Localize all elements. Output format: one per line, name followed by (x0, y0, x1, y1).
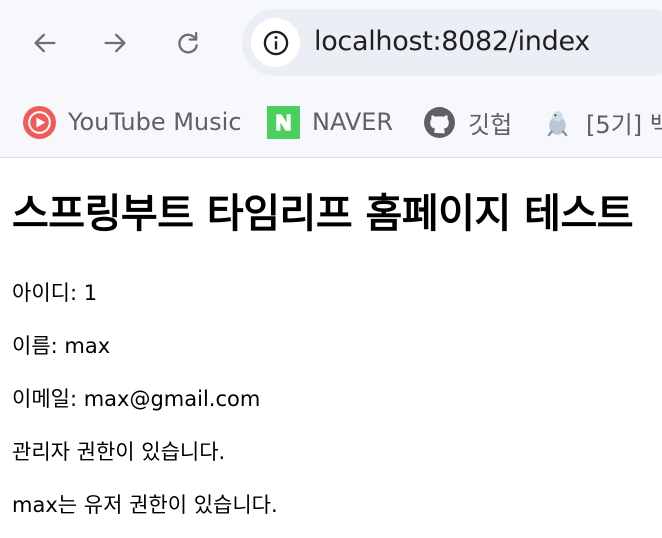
admin-role-text: 관리자 권한이 있습니다. (12, 440, 226, 464)
bookmark-github[interactable]: 깃헙 (423, 103, 512, 141)
bookmark-favicon (541, 106, 574, 139)
bookmark-label: 깃헙 (468, 110, 513, 139)
naver-icon (267, 105, 300, 139)
user-role-text: max는 유저 권한이 있습니다. (12, 493, 278, 517)
user-name-text: 이름: max (12, 334, 111, 358)
user-id-text: 아이디: 1 (12, 281, 98, 305)
forward-button[interactable] (94, 22, 136, 64)
bookmark-5th[interactable]: [5기] 백 (541, 103, 662, 141)
page-title: 스프링부트 타임리프 홈페이지 테스트 (12, 191, 634, 237)
back-arrow-icon (34, 33, 56, 53)
url-text[interactable]: localhost:8082/index (314, 26, 590, 57)
youtube-music-icon (23, 105, 56, 139)
bookmark-label: [5기] 백 (586, 110, 662, 139)
info-icon (263, 30, 288, 55)
github-icon (423, 106, 456, 139)
reload-button[interactable] (167, 22, 209, 64)
address-bar[interactable]: localhost:8082/index (242, 9, 662, 76)
reload-icon (178, 31, 198, 54)
browser-toolbar: localhost:8082/index YouTube Music NAVER (0, 0, 662, 158)
user-email-text: 이메일: max@gmail.com (12, 387, 261, 411)
page-content: 스프링부트 타임리프 홈페이지 테스트 아이디: 1 이름: max 이메일: … (12, 185, 662, 517)
bookmark-label: YouTube Music (68, 108, 242, 136)
forward-arrow-icon (104, 33, 126, 53)
back-button[interactable] (24, 22, 66, 64)
bookmark-label: NAVER (312, 108, 394, 136)
site-info-button[interactable] (251, 18, 300, 67)
bookmark-naver[interactable]: NAVER (267, 103, 393, 141)
bookmark-youtube-music[interactable]: YouTube Music (23, 103, 242, 141)
